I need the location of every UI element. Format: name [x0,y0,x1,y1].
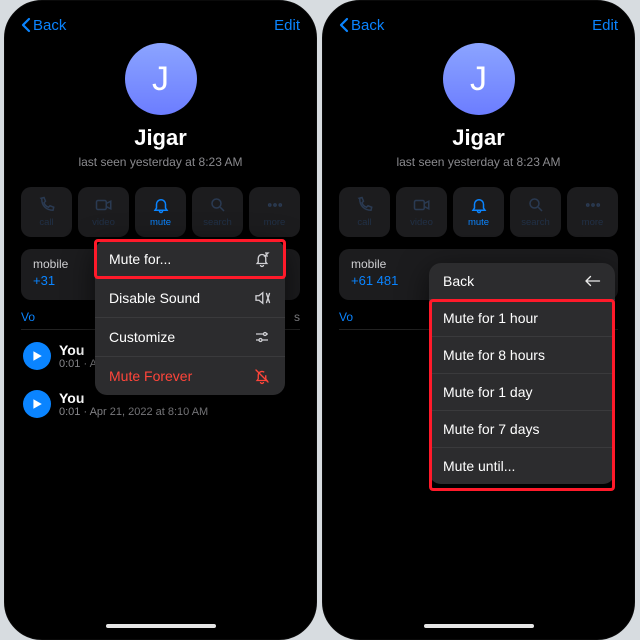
video-label: video [410,217,433,228]
search-label: search [521,217,550,228]
home-indicator[interactable] [424,624,534,628]
sliders-icon [253,328,271,346]
call-action[interactable]: call [21,187,72,237]
tab-voice[interactable]: Vo [339,310,353,329]
play-icon [31,350,43,362]
call-action[interactable]: call [339,187,390,237]
back-button[interactable]: Back [21,17,66,34]
last-seen: last seen yesterday at 8:23 AM [78,155,242,169]
chevron-left-icon [21,17,31,33]
speaker-off-icon [253,289,271,307]
menu-mute-until[interactable]: Mute until... [429,448,615,484]
chevron-left-icon [339,17,349,33]
bell-snooze-icon [253,250,271,268]
phone-left: Back Edit J Jigar last seen yesterday at… [4,0,317,640]
search-action[interactable]: search [192,187,243,237]
search-icon [209,196,227,214]
message-meta: 0:01 · Apr 21, 2022 at 8:10 AM [59,406,208,418]
avatar[interactable]: J [125,43,197,115]
bell-icon [152,196,170,214]
avatar-initial: J [470,60,487,99]
play-button[interactable] [23,342,51,370]
menu-label: Mute Forever [109,368,192,384]
video-icon [413,196,431,214]
back-label: Back [351,17,384,34]
actions-row: call video mute search more [329,177,628,243]
menu-back-label: Back [443,273,474,289]
menu-label: Mute for 8 hours [443,347,545,363]
avatar[interactable]: J [443,43,515,115]
mute-label: mute [468,217,489,228]
tab-links-suffix[interactable]: s [294,310,300,329]
mute-label: mute [150,217,171,228]
search-icon [527,196,545,214]
more-label: more [582,217,604,228]
menu-label: Mute for... [109,251,171,267]
mute-action[interactable]: mute [135,187,186,237]
search-label: search [203,217,232,228]
menu-mute-for[interactable]: Mute for... [95,240,285,279]
more-action[interactable]: more [249,187,300,237]
back-label: Back [33,17,66,34]
mobile-number: +61 481 [351,273,398,288]
menu-back[interactable]: Back [429,263,615,300]
screen-right: Back Edit J Jigar last seen yesterday at… [329,7,628,633]
more-action[interactable]: more [567,187,618,237]
menu-label: Mute until... [443,458,515,474]
edit-button[interactable]: Edit [592,17,618,34]
video-action[interactable]: video [78,187,129,237]
contact-name: Jigar [452,125,505,151]
home-indicator[interactable] [106,624,216,628]
edit-button[interactable]: Edit [274,17,300,34]
mobile-number: +31 [33,273,55,288]
menu-mute-1h[interactable]: Mute for 1 hour [429,300,615,337]
last-seen: last seen yesterday at 8:23 AM [396,155,560,169]
video-label: video [92,217,115,228]
bell-off-icon [253,367,271,385]
nav-bar: Back Edit [11,7,310,43]
menu-mute-forever[interactable]: Mute Forever [95,357,285,395]
back-button[interactable]: Back [339,17,384,34]
menu-label: Mute for 1 day [443,384,533,400]
play-button[interactable] [23,390,51,418]
menu-label: Mute for 1 hour [443,310,538,326]
contact-name: Jigar [134,125,187,151]
menu-label: Disable Sound [109,290,200,306]
phone-icon [38,196,56,214]
menu-label: Mute for 7 days [443,421,540,437]
menu-mute-8h[interactable]: Mute for 8 hours [429,337,615,374]
call-label: call [357,217,371,228]
search-action[interactable]: search [510,187,561,237]
stage: Back Edit J Jigar last seen yesterday at… [0,0,640,640]
phone-right: Back Edit J Jigar last seen yesterday at… [322,0,635,640]
bell-icon [470,196,488,214]
nav-bar: Back Edit [329,7,628,43]
profile-header: J Jigar last seen yesterday at 8:23 AM [329,43,628,177]
actions-row: call video mute search more [11,177,310,243]
menu-customize[interactable]: Customize [95,318,285,357]
avatar-initial: J [152,60,169,99]
more-icon [584,196,602,214]
menu-disable-sound[interactable]: Disable Sound [95,279,285,318]
screen-left: Back Edit J Jigar last seen yesterday at… [11,7,310,633]
menu-mute-7d[interactable]: Mute for 7 days [429,411,615,448]
menu-mute-1d[interactable]: Mute for 1 day [429,374,615,411]
call-label: call [39,217,53,228]
mute-context-menu: Mute for... Disable Sound Customize Mute… [95,240,285,395]
profile-header: J Jigar last seen yesterday at 8:23 AM [11,43,310,177]
phone-icon [356,196,374,214]
play-icon [31,398,43,410]
video-icon [95,196,113,214]
tab-voice[interactable]: Vo [21,310,35,329]
mute-action[interactable]: mute [453,187,504,237]
arrow-left-icon [583,274,601,288]
mute-duration-menu: Back Mute for 1 hour Mute for 8 hours Mu… [429,263,615,484]
menu-label: Customize [109,329,175,345]
video-action[interactable]: video [396,187,447,237]
more-icon [266,196,284,214]
more-label: more [264,217,286,228]
